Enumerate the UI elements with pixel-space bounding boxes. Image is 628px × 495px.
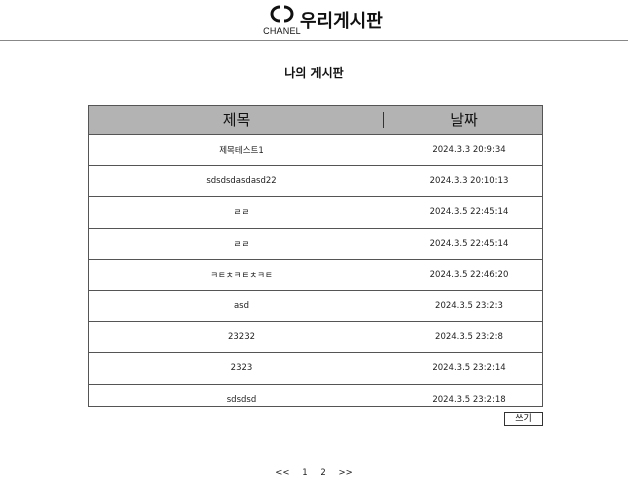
table-row[interactable]: asd 2024.3.5 23:2:3: [89, 291, 542, 323]
pagination: << 1 2 >>: [0, 468, 628, 478]
post-date: 2024.3.5 22:45:14: [429, 207, 509, 218]
page-title: 나의 게시판: [284, 66, 344, 80]
site-header: CHANEL 우리게시판: [0, 0, 628, 41]
post-title[interactable]: ㅋㅌㅊㅋㅌㅊㅋㅌ: [89, 260, 394, 290]
post-title[interactable]: sdsdsd: [89, 385, 394, 407]
chanel-logo[interactable]: CHANEL: [262, 3, 302, 37]
post-title[interactable]: asd: [89, 291, 394, 321]
post-date: 2024.3.3 20:10:13: [429, 176, 509, 187]
table-row[interactable]: sdsdsd 2024.3.5 23:2:18: [89, 385, 542, 407]
post-title[interactable]: 2323: [89, 353, 394, 383]
logo-wordmark: CHANEL: [263, 26, 301, 36]
post-date: 2024.3.5 23:2:8: [435, 332, 503, 343]
post-title[interactable]: ㄹㄹ: [89, 197, 394, 227]
table-row[interactable]: 2323 2024.3.5 23:2:14: [89, 353, 542, 385]
post-date: 2024.3.5 23:2:3: [435, 301, 503, 312]
write-button[interactable]: 쓰기: [504, 412, 543, 426]
post-title[interactable]: 23232: [89, 322, 394, 352]
post-date: 2024.3.3 20:9:34: [432, 145, 506, 156]
post-date: 2024.3.5 23:2:18: [432, 394, 506, 405]
post-date: 2024.3.5 23:2:14: [432, 363, 506, 374]
post-title[interactable]: ㄹㄹ: [89, 229, 394, 259]
table-row[interactable]: 제목테스트1 2024.3.3 20:9:34: [89, 135, 542, 167]
column-header-title: 제목: [222, 111, 251, 129]
table-row[interactable]: 23232 2024.3.5 23:2:8: [89, 322, 542, 354]
site-title[interactable]: 우리게시판: [300, 7, 383, 33]
table-header: 제목 날짜: [89, 106, 542, 135]
page-link-1[interactable]: 1: [302, 468, 307, 478]
next-page-link[interactable]: >>: [338, 468, 352, 478]
post-title[interactable]: sdsdsdasdasd22: [89, 166, 394, 196]
table-row[interactable]: ㄹㄹ 2024.3.5 22:45:14: [89, 197, 542, 229]
table-row[interactable]: sdsdsdasdasd22 2024.3.3 20:10:13: [89, 166, 542, 198]
post-title[interactable]: 제목테스트1: [89, 135, 394, 165]
board-table: 제목 날짜 제목테스트1 2024.3.3 20:9:34 sdsdsdasda…: [88, 105, 543, 407]
prev-page-link[interactable]: <<: [275, 468, 289, 478]
table-row[interactable]: ㅋㅌㅊㅋㅌㅊㅋㅌ 2024.3.5 22:46:20: [89, 260, 542, 291]
page-link-2[interactable]: 2: [320, 468, 325, 478]
table-row[interactable]: ㄹㄹ 2024.3.5 22:45:14: [89, 229, 542, 260]
post-date: 2024.3.5 22:46:20: [429, 269, 509, 280]
column-header-date: 날짜: [450, 111, 478, 129]
post-date: 2024.3.5 22:45:14: [429, 238, 509, 249]
chanel-cc-icon: [270, 5, 294, 23]
